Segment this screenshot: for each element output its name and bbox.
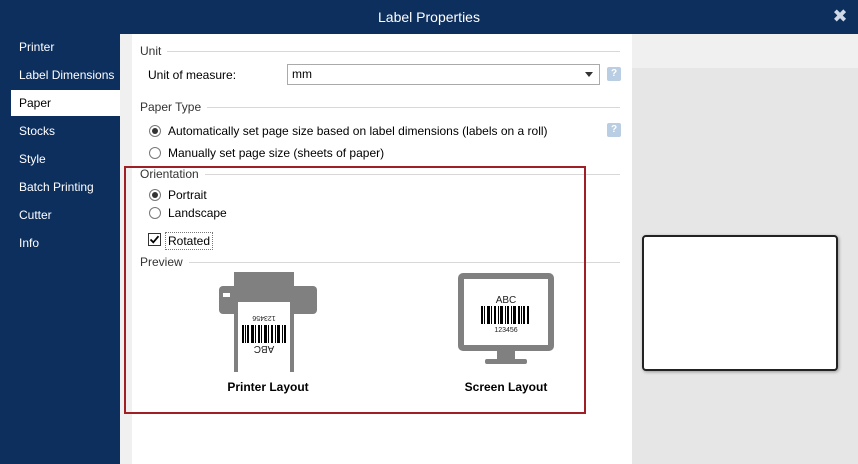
preview-header-strip <box>632 34 858 64</box>
auto-page-size-label: Automatically set page size based on lab… <box>168 124 548 138</box>
label-preview-card <box>642 235 838 371</box>
sidebar-item-info[interactable]: Info <box>11 230 120 256</box>
unit-divider <box>140 51 620 52</box>
sidebar-item-style[interactable]: Style <box>11 146 120 172</box>
unit-of-measure-value: mm <box>292 67 312 81</box>
manual-page-size-radio[interactable] <box>149 147 161 159</box>
paper-type-divider <box>140 107 620 108</box>
close-icon[interactable]: ✖ <box>830 6 850 26</box>
paper-type-section-heading: Paper Type <box>140 100 208 114</box>
unit-section-heading: Unit <box>140 44 168 58</box>
sidebar-item-printer[interactable]: Printer <box>11 34 120 60</box>
title-bar: Label Properties ✖ <box>0 0 858 34</box>
help-icon[interactable]: ? <box>607 123 621 137</box>
sidebar-item-cutter[interactable]: Cutter <box>11 202 120 228</box>
sidebar-item-stocks[interactable]: Stocks <box>11 118 120 144</box>
sidebar-item-paper[interactable]: Paper <box>11 90 120 116</box>
auto-page-size-radio[interactable] <box>149 125 161 137</box>
window-title: Label Properties <box>378 9 480 25</box>
orientation-highlight-box <box>124 166 586 414</box>
sidebar-item-label-dimensions[interactable]: Label Dimensions <box>11 62 120 88</box>
chevron-down-icon <box>585 72 593 77</box>
sidebar-item-batch-printing[interactable]: Batch Printing <box>11 174 120 200</box>
manual-page-size-label: Manually set page size (sheets of paper) <box>168 146 385 160</box>
help-icon[interactable]: ? <box>607 67 621 81</box>
unit-of-measure-select[interactable]: mm <box>287 64 600 85</box>
unit-of-measure-label: Unit of measure: <box>148 68 237 82</box>
